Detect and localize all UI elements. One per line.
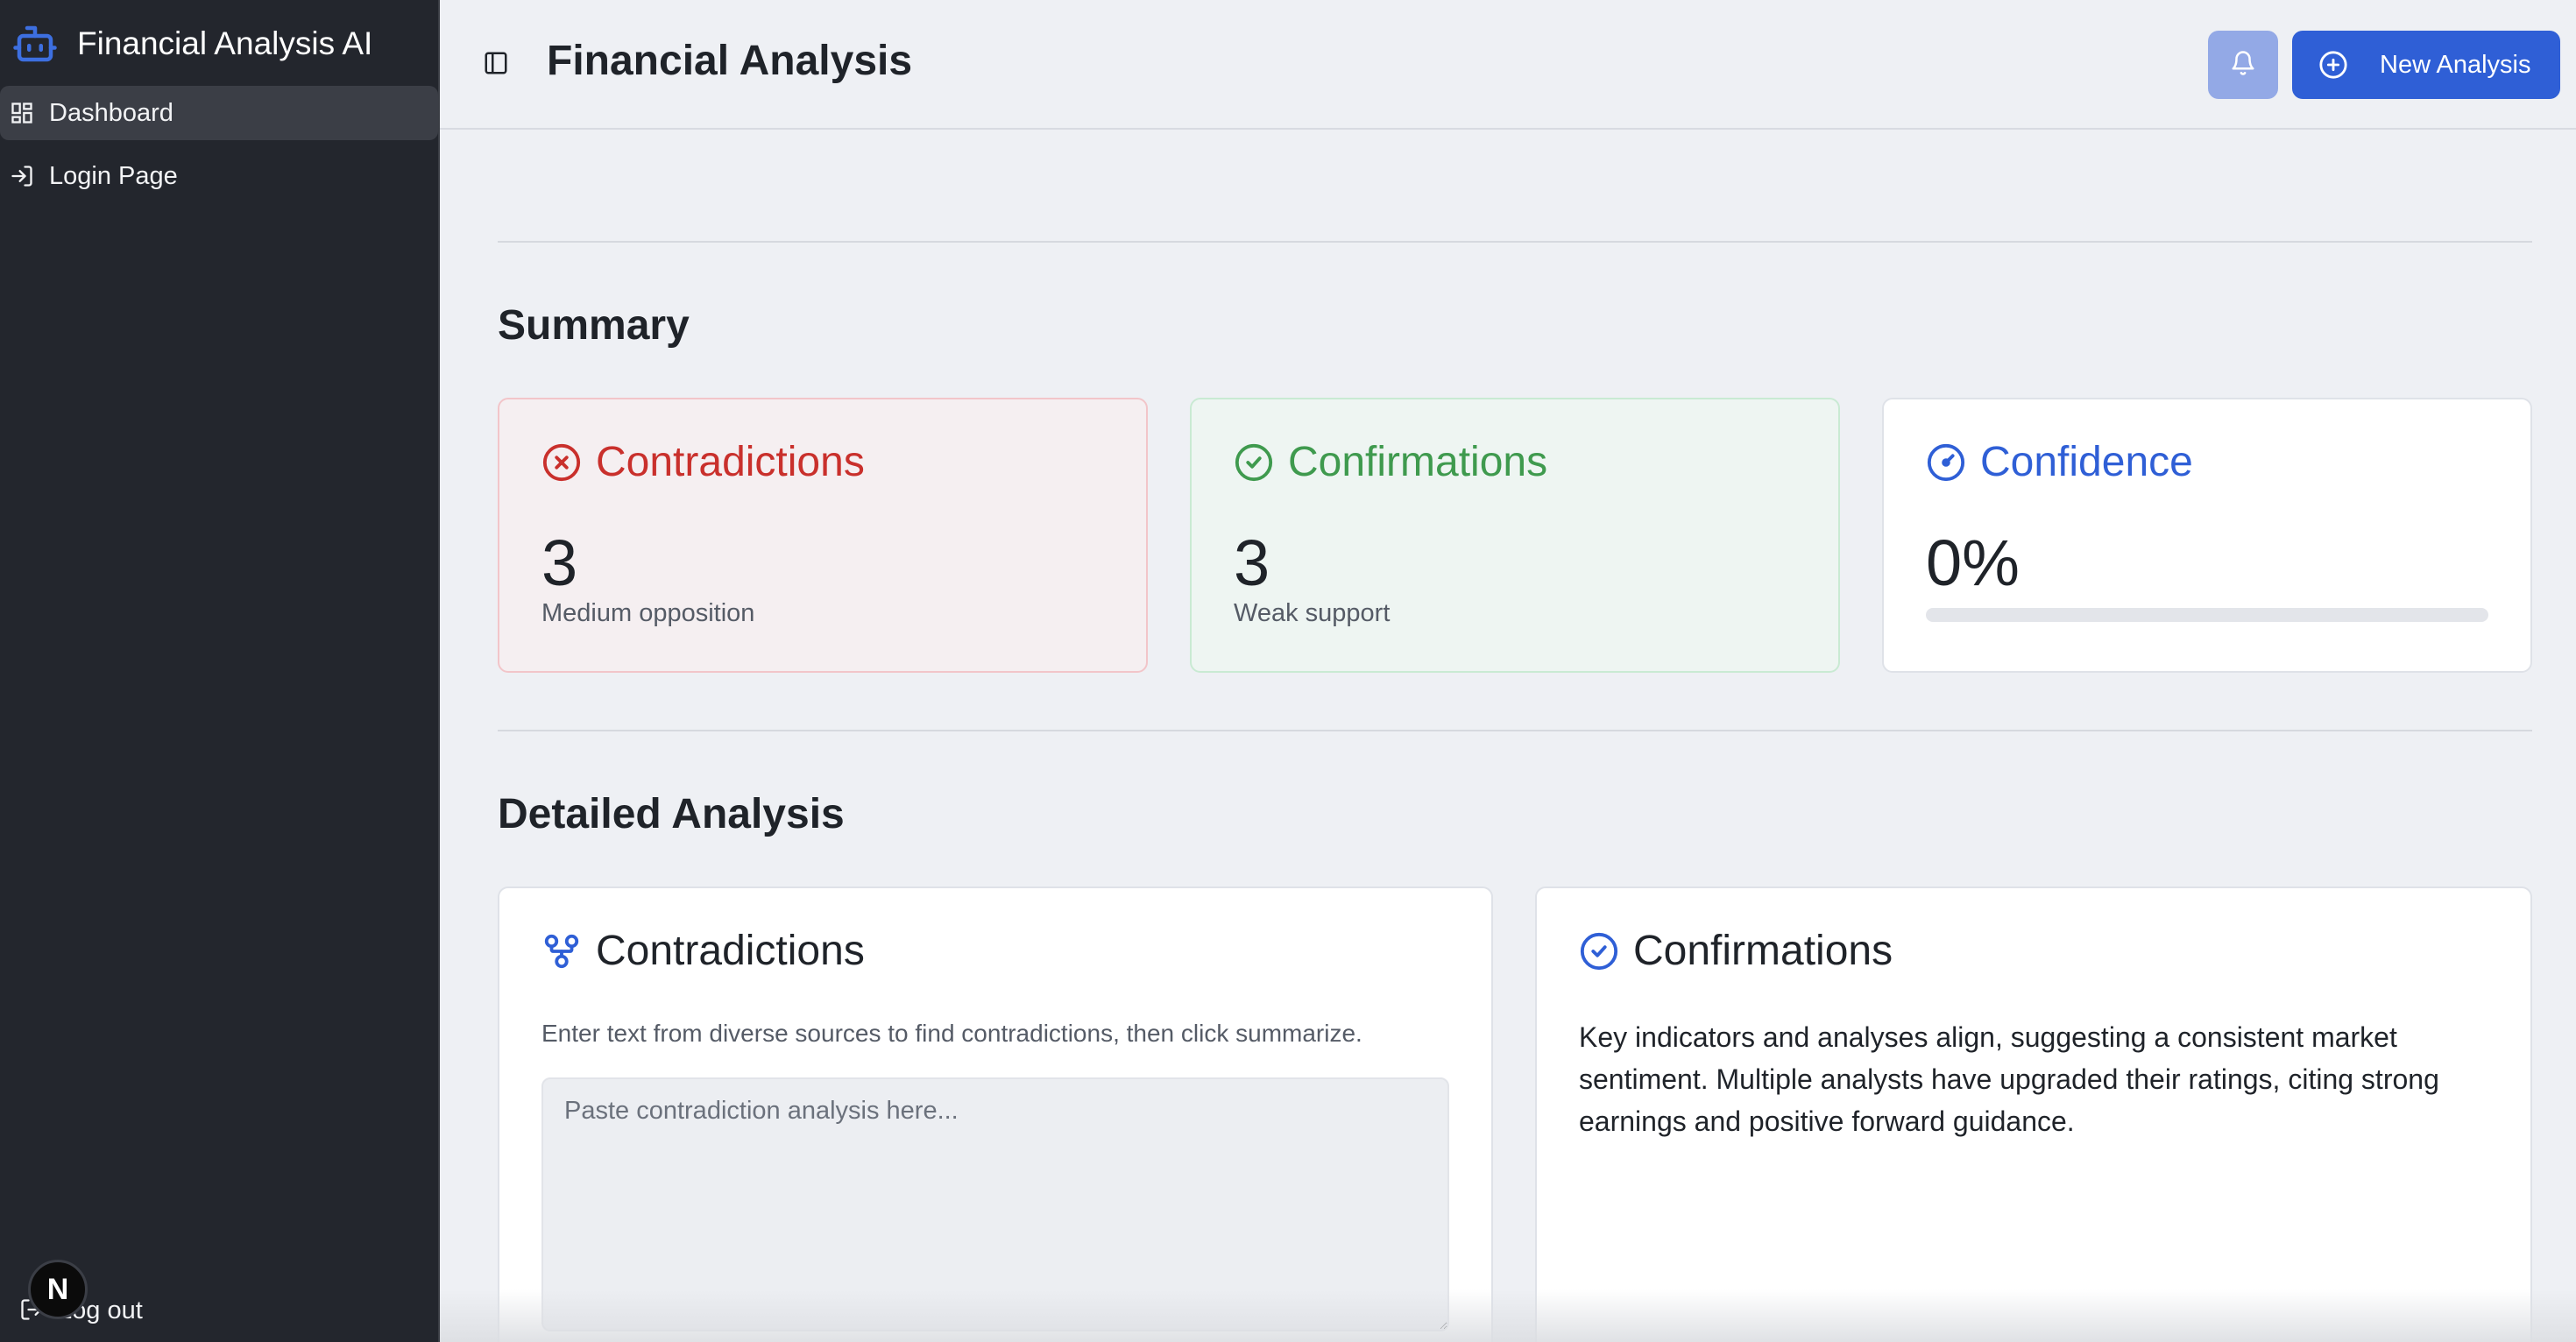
sidebar-item-label: Login Page bbox=[49, 161, 178, 190]
card-title: Contradictions bbox=[596, 439, 865, 485]
contradictions-note: Medium opposition bbox=[541, 599, 755, 627]
contradictions-description: Enter text from diverse sources to find … bbox=[541, 1020, 1362, 1047]
app-title: Financial Analysis AI bbox=[77, 25, 373, 61]
confirmations-summary-card: Confirmations 3 Weak support bbox=[1190, 398, 1840, 673]
sidebar-item-label: Dashboard bbox=[49, 98, 173, 127]
page-title: Financial Analysis bbox=[547, 38, 913, 84]
divider bbox=[498, 730, 2532, 731]
divider bbox=[498, 241, 2532, 243]
check-circle-icon bbox=[1234, 442, 1274, 483]
check-circle-icon bbox=[1579, 931, 1619, 971]
confidence-value: 0% bbox=[1926, 526, 2020, 599]
toggle-sidebar-button[interactable] bbox=[475, 49, 517, 81]
detailed-analysis-title: Detailed Analysis bbox=[498, 791, 845, 837]
card-header: Contradictions bbox=[541, 438, 865, 486]
contradictions-summary-card: Contradictions 3 Medium opposition bbox=[498, 398, 1148, 673]
sidebar-item-dashboard[interactable]: Dashboard bbox=[0, 86, 438, 140]
confidence-progress-bar bbox=[1926, 608, 2488, 622]
card-title: Confirmations bbox=[1633, 928, 1893, 974]
badge-letter: N bbox=[46, 1272, 69, 1306]
summary-title: Summary bbox=[498, 302, 690, 349]
card-header: Confirmations bbox=[1234, 438, 1547, 486]
card-header: Confidence bbox=[1926, 438, 2193, 486]
plus-circle-icon bbox=[2318, 50, 2348, 80]
contradictions-count: 3 bbox=[541, 526, 578, 599]
dashboard-icon bbox=[9, 100, 35, 126]
new-analysis-label: New Analysis bbox=[2380, 50, 2531, 79]
card-title: Confirmations bbox=[1288, 439, 1548, 485]
app-root: Financial Analysis AI Dashboard Login Pa… bbox=[0, 0, 2576, 1342]
brand[interactable]: Financial Analysis AI bbox=[7, 19, 372, 68]
robot-icon bbox=[7, 19, 63, 68]
card-title: Contradictions bbox=[596, 928, 865, 974]
card-title: Confidence bbox=[1980, 439, 2193, 485]
gauge-icon bbox=[1926, 442, 1966, 483]
sidebar-toggle-icon bbox=[483, 50, 509, 81]
top-header: Financial Analysis New Analysis bbox=[440, 0, 2576, 130]
new-analysis-button[interactable]: New Analysis bbox=[2292, 31, 2560, 99]
confirmations-text: Key indicators and analyses align, sugge… bbox=[1579, 1021, 2439, 1137]
confirmations-count: 3 bbox=[1234, 526, 1270, 599]
notifications-button[interactable] bbox=[2208, 31, 2278, 99]
x-circle-icon bbox=[541, 442, 582, 483]
git-fork-icon bbox=[541, 931, 582, 971]
sidebar-item-login-page[interactable]: Login Page bbox=[0, 149, 438, 203]
card-header: Contradictions bbox=[541, 927, 865, 975]
contradictions-detail-card: Contradictions Enter text from diverse s… bbox=[498, 886, 1493, 1342]
sidebar: Financial Analysis AI Dashboard Login Pa… bbox=[0, 0, 440, 1342]
login-icon bbox=[9, 163, 35, 189]
contradiction-analysis-input[interactable] bbox=[541, 1077, 1449, 1331]
confirmations-detail-card: Confirmations Key indicators and analyse… bbox=[1535, 886, 2532, 1342]
confidence-summary-card: Confidence 0% bbox=[1882, 398, 2532, 673]
confirmations-note: Weak support bbox=[1234, 599, 1391, 627]
nextjs-badge-button[interactable]: N bbox=[28, 1260, 88, 1319]
bell-icon bbox=[2230, 50, 2256, 81]
card-header: Confirmations bbox=[1579, 927, 1893, 975]
